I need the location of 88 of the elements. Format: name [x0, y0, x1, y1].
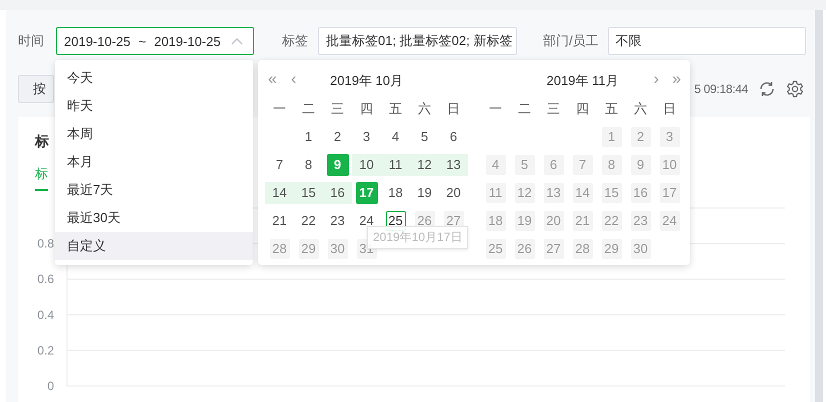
- calendar-day: 5: [514, 155, 534, 175]
- shortcut-item[interactable]: 最近7天: [55, 176, 253, 204]
- calendar-day: 10: [660, 155, 680, 175]
- calendar-day[interactable]: 18: [386, 183, 406, 203]
- shortcut-item[interactable]: 今天: [55, 64, 253, 92]
- date-range-field[interactable]: 2019-10-25 ~ 2019-10-25: [56, 27, 254, 55]
- card-title: 标: [35, 133, 49, 151]
- calendar-day[interactable]: 7: [270, 155, 290, 175]
- weekday-label: 二: [518, 100, 531, 118]
- calendar-day: 1: [602, 127, 622, 147]
- calendar-day: 30: [328, 239, 348, 259]
- y-axis-label: 0.2: [37, 343, 54, 358]
- y-axis-label: 0.6: [37, 272, 54, 286]
- calendar-day: 14: [572, 183, 592, 203]
- calendar-day: 11: [486, 183, 506, 203]
- weekday-label: 五: [605, 100, 618, 118]
- weekday-label: 二: [302, 100, 315, 118]
- calendar-day: 29: [298, 239, 318, 259]
- weekday-label: 四: [360, 100, 373, 118]
- calendar-day[interactable]: 3: [356, 127, 376, 147]
- calendar-day: 19: [514, 211, 534, 231]
- calendar-day: 9: [630, 155, 650, 175]
- y-axis-label: 0.8: [37, 236, 54, 251]
- calendar-day: 16: [630, 183, 650, 203]
- weekday-label: 六: [634, 100, 647, 118]
- weekday-label: 日: [447, 100, 460, 118]
- weekday-label: 四: [576, 100, 589, 118]
- weekday-label: 六: [418, 100, 431, 118]
- time-label: 时间: [18, 32, 44, 50]
- calendar-day: 13: [544, 183, 564, 203]
- calendar-day: 8: [602, 155, 622, 175]
- calendar-day[interactable]: 2: [328, 127, 348, 147]
- scrollbar[interactable]: [815, 10, 823, 402]
- calendar-day[interactable]: 6: [444, 127, 464, 147]
- tag-label: 标签: [282, 32, 308, 50]
- calendar-day: 3: [660, 127, 680, 147]
- group-button[interactable]: 按: [18, 75, 54, 103]
- weekday-label: 三: [331, 100, 344, 118]
- y-axis-label: 0.4: [37, 308, 54, 322]
- calendar-day: 25: [486, 239, 506, 259]
- caret-icon: [231, 37, 243, 45]
- calendar-day[interactable]: 21: [270, 211, 290, 231]
- weekday-label: 一: [273, 100, 286, 118]
- shortcut-item[interactable]: 本周: [55, 120, 253, 148]
- weekday-label: 一: [489, 100, 502, 118]
- calendar-day: 29: [602, 239, 622, 259]
- calendar-day[interactable]: 23: [328, 211, 348, 231]
- calendar-day: 24: [660, 211, 680, 231]
- calendar-day: 28: [270, 239, 290, 259]
- calendar-day: 28: [572, 239, 592, 259]
- calendar-day: 15: [602, 183, 622, 203]
- weekday-label: 三: [547, 100, 560, 118]
- calendar-day: 18: [486, 211, 506, 231]
- calendar-day: 20: [544, 211, 564, 231]
- calendar-day[interactable]: 1: [298, 127, 318, 147]
- calendar-day: 21: [572, 211, 592, 231]
- calendar-day: 6: [544, 155, 564, 175]
- month-title: 2019年 10月: [330, 72, 403, 90]
- shortcut-item[interactable]: 本月: [55, 148, 253, 176]
- calendar-day: 26: [514, 239, 534, 259]
- shortcut-item[interactable]: 昨天: [55, 92, 253, 120]
- weekday-label: 日: [663, 100, 676, 118]
- weekday-label: 五: [389, 100, 402, 118]
- month-title: 2019年 11月: [546, 72, 619, 90]
- y-axis-label: 0: [47, 379, 54, 393]
- shortcut-item[interactable]: 自定义: [55, 232, 253, 260]
- calendar-day[interactable]: 19: [414, 183, 434, 203]
- update-time: 5 09:18:44: [694, 82, 748, 96]
- calendar-day: 22: [602, 211, 622, 231]
- calendar-day: 7: [572, 155, 592, 175]
- department-label: 部门/员工: [543, 32, 599, 50]
- tag-field[interactable]: 批量标签01; 批量标签02; 新标签: [318, 27, 517, 55]
- calendar-day: 4: [486, 155, 506, 175]
- refresh-icon[interactable]: [758, 80, 776, 98]
- calendar-day[interactable]: 4: [386, 127, 406, 147]
- calendar-day[interactable]: 22: [298, 211, 318, 231]
- calendar-day: 27: [544, 239, 564, 259]
- calendar-day[interactable]: 20: [444, 183, 464, 203]
- calendar-day: 2: [630, 127, 650, 147]
- calendar-day: 30: [630, 239, 650, 259]
- calendar-day[interactable]: 8: [298, 155, 318, 175]
- calendar-day: 12: [514, 183, 534, 203]
- calendar-day: 17: [660, 183, 680, 203]
- department-field[interactable]: 不限: [608, 27, 806, 55]
- shortcut-item[interactable]: 最近30天: [55, 204, 253, 232]
- calendar-day[interactable]: 5: [414, 127, 434, 147]
- calendar-day: 23: [630, 211, 650, 231]
- settings-icon[interactable]: [786, 80, 804, 98]
